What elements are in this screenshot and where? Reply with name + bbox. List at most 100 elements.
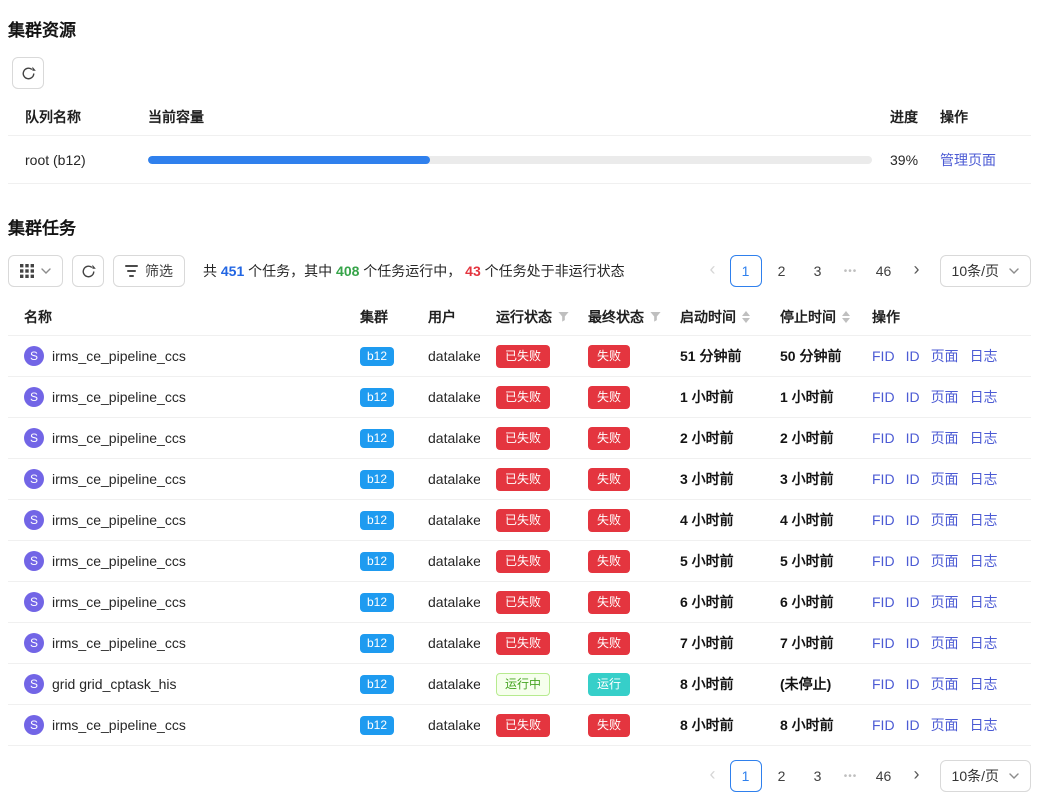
action-id-link[interactable]: ID xyxy=(906,512,920,528)
actions-cell: FID ID 页面日志 xyxy=(856,715,1031,735)
pagination-prev[interactable]: ‹ xyxy=(700,255,726,287)
start-time-cell: 8 小时前 xyxy=(664,715,764,735)
filter-icon[interactable] xyxy=(558,312,569,323)
action-id-link[interactable]: ID xyxy=(906,389,920,405)
actions-cell: FID ID 页面日志 xyxy=(856,469,1031,489)
start-time-cell: 7 小时前 xyxy=(664,633,764,653)
pagination-page-3[interactable]: 3 xyxy=(802,760,834,792)
resource-row: root (b12) 39% 管理页面 xyxy=(8,136,1031,184)
actions-cell: FID ID 页面日志 xyxy=(856,510,1031,530)
page-size-select[interactable]: 10条/页 xyxy=(940,255,1031,287)
resources-refresh-button[interactable] xyxy=(12,57,44,89)
action-page-link[interactable]: 页面 xyxy=(931,674,959,694)
action-log-link[interactable]: 日志 xyxy=(970,469,998,489)
action-page-link[interactable]: 页面 xyxy=(931,387,959,407)
cluster-badge: b12 xyxy=(360,634,394,653)
action-log-link[interactable]: 日志 xyxy=(970,592,998,612)
task-name: grid grid_cptask_his xyxy=(52,676,177,692)
action-page-link[interactable]: 页面 xyxy=(931,469,959,489)
cluster-badge: b12 xyxy=(360,716,394,735)
pagination-page-46[interactable]: 46 xyxy=(868,760,900,792)
action-log-link[interactable]: 日志 xyxy=(970,428,998,448)
task-name: irms_ce_pipeline_ccs xyxy=(52,471,186,487)
start-time-cell: 51 分钟前 xyxy=(664,346,764,366)
action-fid-link[interactable]: FID xyxy=(872,594,895,610)
action-fid-link[interactable]: FID xyxy=(872,348,895,364)
pagination-next[interactable]: › xyxy=(904,760,930,792)
action-fid-link[interactable]: FID xyxy=(872,635,895,651)
caret-up-icon xyxy=(842,311,850,316)
pagination-page-2[interactable]: 2 xyxy=(766,760,798,792)
action-log-link[interactable]: 日志 xyxy=(970,510,998,530)
action-log-link[interactable]: 日志 xyxy=(970,387,998,407)
action-id-link[interactable]: ID xyxy=(906,553,920,569)
action-fid-link[interactable]: FID xyxy=(872,676,895,692)
pagination-page-46[interactable]: 46 xyxy=(868,255,900,287)
sorter-icon[interactable] xyxy=(742,311,750,323)
task-avatar: S xyxy=(24,428,44,448)
summary-nonrunning-count: 43 xyxy=(465,263,481,279)
chevron-down-icon xyxy=(41,268,51,274)
sorter-icon[interactable] xyxy=(842,311,850,323)
final-status-tag: 失败 xyxy=(588,591,630,614)
action-page-link[interactable]: 页面 xyxy=(931,715,959,735)
stop-time-cell: 4 小时前 xyxy=(764,510,856,530)
column-header-stop-time[interactable]: 停止时间 xyxy=(764,307,856,327)
resources-table-header: 队列名称 当前容量 进度 操作 xyxy=(8,99,1031,136)
actions-cell: FID ID 页面日志 xyxy=(856,346,1031,366)
action-page-link[interactable]: 页面 xyxy=(931,633,959,653)
action-id-link[interactable]: ID xyxy=(906,348,920,364)
action-log-link[interactable]: 日志 xyxy=(970,633,998,653)
column-header-run-status[interactable]: 运行状态 xyxy=(480,307,572,327)
manage-page-link[interactable]: 管理页面 xyxy=(940,152,996,168)
task-name: irms_ce_pipeline_ccs xyxy=(52,594,186,610)
action-page-link[interactable]: 页面 xyxy=(931,428,959,448)
tasks-refresh-button[interactable] xyxy=(72,255,104,287)
action-id-link[interactable]: ID xyxy=(906,717,920,733)
action-fid-link[interactable]: FID xyxy=(872,471,895,487)
column-header-queue: 队列名称 xyxy=(8,107,148,127)
action-page-link[interactable]: 页面 xyxy=(931,346,959,366)
action-page-link[interactable]: 页面 xyxy=(931,551,959,571)
action-log-link[interactable]: 日志 xyxy=(970,346,998,366)
action-id-link[interactable]: ID xyxy=(906,430,920,446)
action-fid-link[interactable]: FID xyxy=(872,430,895,446)
tasks-section-title: 集群任务 xyxy=(8,208,1031,239)
action-log-link[interactable]: 日志 xyxy=(970,715,998,735)
column-header-label: 启动时间 xyxy=(680,307,736,327)
task-user: datalake xyxy=(412,635,480,651)
page-size-select[interactable]: 10条/页 xyxy=(940,760,1031,792)
chevron-down-icon xyxy=(1009,773,1019,779)
pagination-ellipsis[interactable]: ••• xyxy=(838,266,864,277)
pagination-prev[interactable]: ‹ xyxy=(700,760,726,792)
action-fid-link[interactable]: FID xyxy=(872,553,895,569)
pagination-ellipsis[interactable]: ••• xyxy=(838,771,864,782)
action-log-link[interactable]: 日志 xyxy=(970,551,998,571)
run-status-tag: 已失败 xyxy=(496,509,550,532)
action-fid-link[interactable]: FID xyxy=(872,389,895,405)
action-page-link[interactable]: 页面 xyxy=(931,592,959,612)
actions-cell: FID ID 页面日志 xyxy=(856,633,1031,653)
action-fid-link[interactable]: FID xyxy=(872,717,895,733)
column-header-final-status[interactable]: 最终状态 xyxy=(572,307,664,327)
action-id-link[interactable]: ID xyxy=(906,471,920,487)
final-status-tag: 失败 xyxy=(588,714,630,737)
filter-icon[interactable] xyxy=(650,312,661,323)
pagination-next[interactable]: › xyxy=(904,255,930,287)
pagination-page-1[interactable]: 1 xyxy=(730,255,762,287)
cluster-badge: b12 xyxy=(360,511,394,530)
column-settings-button[interactable] xyxy=(8,255,63,287)
pagination-page-1[interactable]: 1 xyxy=(730,760,762,792)
pagination-page-2[interactable]: 2 xyxy=(766,255,798,287)
action-id-link[interactable]: ID xyxy=(906,676,920,692)
action-id-link[interactable]: ID xyxy=(906,635,920,651)
page-size-value: 10条/页 xyxy=(952,261,999,281)
action-page-link[interactable]: 页面 xyxy=(931,510,959,530)
actions-cell: FID ID 页面日志 xyxy=(856,428,1031,448)
column-header-start-time[interactable]: 启动时间 xyxy=(664,307,764,327)
action-id-link[interactable]: ID xyxy=(906,594,920,610)
action-log-link[interactable]: 日志 xyxy=(970,674,998,694)
action-fid-link[interactable]: FID xyxy=(872,512,895,528)
filter-button[interactable]: 筛选 xyxy=(113,255,185,287)
pagination-page-3[interactable]: 3 xyxy=(802,255,834,287)
